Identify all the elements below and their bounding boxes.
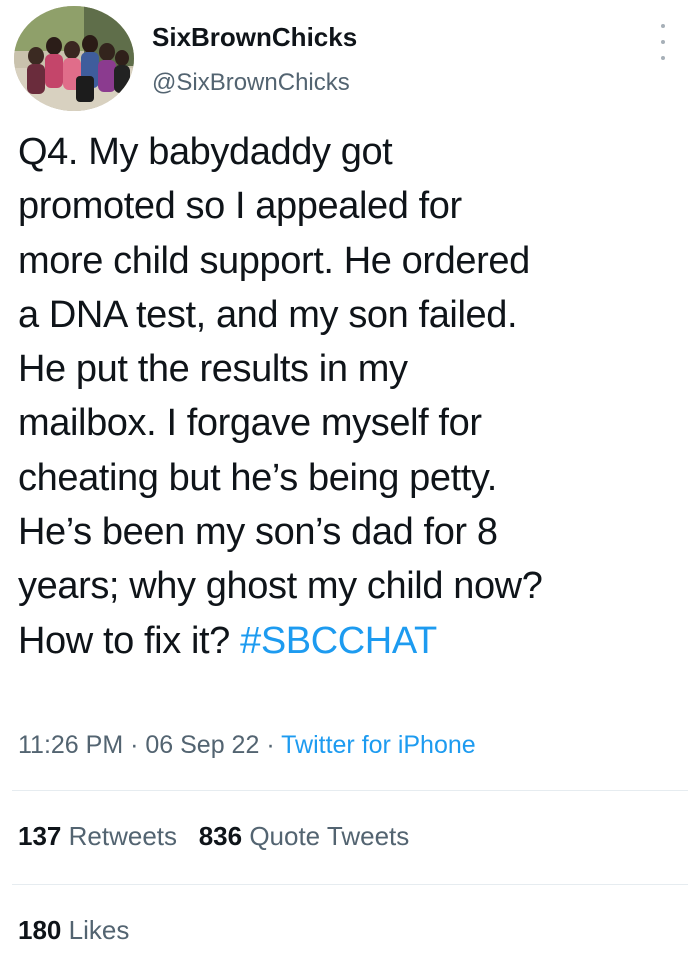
tweet-header: SixBrownChicks @SixBrownChicks — [14, 6, 686, 111]
divider — [12, 884, 688, 885]
like-stats: 180 Likes — [18, 912, 129, 948]
likes-stat[interactable]: 180 Likes — [18, 915, 129, 945]
tweet-time[interactable]: 11:26 PM — [18, 731, 123, 759]
meta-separator: · — [259, 731, 282, 759]
likes-label: Likes — [68, 915, 130, 945]
hashtag-link[interactable]: #SBCCHAT — [240, 620, 437, 662]
meta-separator: · — [123, 731, 146, 759]
tweet-card: SixBrownChicks @SixBrownChicks Q4. My ba… — [0, 0, 700, 956]
tweet-text-line: He’s been my son’s dad for 8 — [18, 511, 498, 554]
tweet-text: Q4. My babydaddy got promoted so I appea… — [18, 125, 688, 668]
tweet-text-line: more child support. He ordered — [18, 239, 530, 282]
avatar-photo-icon — [14, 6, 134, 111]
share-stats: 137 Retweets 836 Quote Tweets — [18, 818, 409, 854]
tweet-source-link[interactable]: Twitter for iPhone — [281, 731, 476, 759]
tweet-text-line: years; why ghost my child now? — [18, 565, 543, 608]
group-photo-avatar[interactable] — [14, 6, 134, 111]
user-info[interactable]: SixBrownChicks @SixBrownChicks — [152, 20, 357, 100]
tweet-text-line: How to fix it? — [18, 619, 230, 662]
tweet-date[interactable]: 06 Sep 22 — [145, 731, 259, 759]
tweet-meta: 11:26 PM · 06 Sep 22 · Twitter for iPhon… — [18, 727, 476, 763]
tweet-text-line: promoted so I appealed for — [18, 185, 462, 228]
retweets-count: 137 — [18, 821, 62, 851]
more-options-icon[interactable] — [658, 24, 668, 60]
tweet-text-line: mailbox. I forgave myself for — [18, 402, 482, 445]
divider — [12, 790, 688, 791]
tweet-text-line: cheating but he’s being petty. — [18, 456, 497, 499]
display-name[interactable]: SixBrownChicks — [152, 20, 357, 54]
tweet-text-line: a DNA test, and my son failed. — [18, 293, 518, 336]
quote-tweets-label: Quote Tweets — [249, 821, 410, 851]
retweets-stat[interactable]: 137 Retweets — [18, 821, 177, 851]
retweets-label: Retweets — [68, 821, 178, 851]
quote-tweets-stat[interactable]: 836 Quote Tweets — [199, 821, 410, 851]
dot-icon — [661, 56, 665, 60]
dot-icon — [661, 40, 665, 44]
tweet-text-last-line: How to fix it? #SBCCHAT — [18, 614, 688, 668]
dot-icon — [661, 24, 665, 28]
tweet-text-line: Q4. My babydaddy got — [18, 131, 393, 173]
tweet-text-line: He put the results in my — [18, 348, 408, 391]
user-handle[interactable]: @SixBrownChicks — [152, 66, 357, 100]
likes-count: 180 — [18, 915, 62, 945]
quote-tweets-count: 836 — [198, 821, 243, 851]
